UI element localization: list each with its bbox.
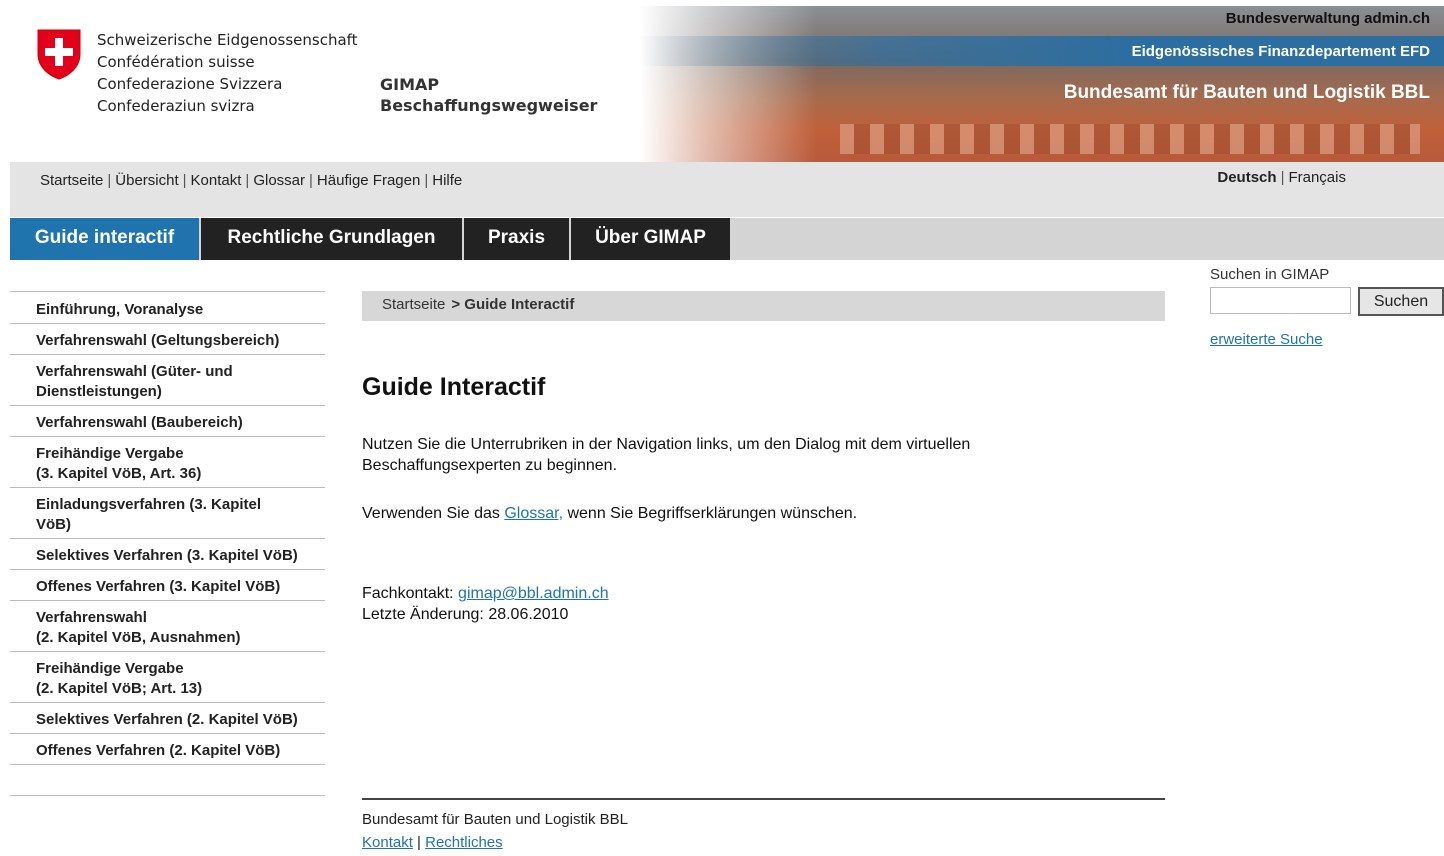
glossary-hint-pre: Verwenden Sie das [362,505,505,522]
tab-rechtliche-grundlagen[interactable]: Rechtliche Grundlagen [201,218,462,260]
separator: | [245,172,250,189]
sidebar-item[interactable]: Einladungsverfahren (3. Kapitel VöB) [10,487,325,538]
footer-organization: Bundesamt für Bauten und Logistik BBL [362,811,629,828]
lang-francais[interactable]: Français [1288,169,1346,186]
contact-email-link[interactable]: gimap@bbl.admin.ch [458,585,609,602]
tab-praxis[interactable]: Praxis [464,218,569,260]
page-title: Guide Interactif [362,373,546,401]
confederation-text: Schweizerische Eidgenossenschaft Confédé… [97,29,358,117]
sidebar-item[interactable]: Selektives Verfahren (2. Kapitel VöB) [10,702,325,733]
app-subtitle: Beschaffungswegweiser [380,96,598,115]
banner-image-decoration [840,124,1420,154]
last-change: Letzte Änderung: 28.06.2010 [362,606,569,623]
banner-admin-link[interactable]: Bundesverwaltung admin.ch [1226,10,1430,27]
intro-text: Nutzen Sie die Unterrubriken in der Navi… [362,436,971,474]
tab-ueber-gimap[interactable]: Über GIMAP [571,218,730,260]
breadcrumb-home[interactable]: Startseite [382,296,445,313]
topnav-link-uebersicht[interactable]: Übersicht [115,172,178,189]
footer-link-kontakt[interactable]: Kontakt [362,834,413,851]
contact-label: Fachkontakt: [362,585,459,602]
search-button[interactable]: Suchen [1358,287,1444,316]
separator: | [107,172,112,189]
sidebar-item[interactable]: Freihändige Vergabe (2. Kapitel VöB; Art… [10,651,325,702]
footer-link-rechtliches[interactable]: Rechtliches [425,834,503,851]
sidebar-item[interactable]: Einführung, Voranalyse [10,291,325,323]
sidebar-item[interactable]: Verfahrenswahl (Baubereich) [10,405,325,436]
sidebar-item[interactable]: Selektives Verfahren (3. Kapitel VöB) [10,538,325,569]
sidebar-item[interactable]: Verfahrenswahl (Güter- und Dienstleistun… [10,354,325,405]
main-navigation: Guide interactif Rechtliche Grundlagen P… [10,218,1444,260]
sidebar-item[interactable]: Verfahrenswahl (Geltungsbereich) [10,323,325,354]
breadcrumb: Startseite > Guide Interactif [362,291,1165,321]
topnav-link-hilfe[interactable]: Hilfe [432,172,462,189]
swiss-coat-of-arms-icon [37,29,81,80]
banner-bbl-title: Bundesamt für Bauten und Logistik BBL [1063,82,1430,103]
app-title: GIMAP Beschaffungswegweiser [380,74,597,116]
sidebar-divider [10,764,325,765]
sidebar-bottom-rule [10,795,325,796]
top-navigation: Startseite | Übersicht | Kontakt | Glossar | Häu… [10,162,1444,218]
topnav-link-glossar[interactable]: Glossar [253,172,305,189]
sidebar-item[interactable]: Verfahrenswahl (2. Kapitel VöB, Ausnahme… [10,600,325,651]
site-header: Schweizerische Eidgenossenschaft Confédé… [0,0,1444,162]
separator: | [424,172,429,189]
separator: | [1280,169,1285,186]
header-banner: Bundesverwaltung admin.ch Eidgenössische… [640,6,1444,162]
separator: | [309,172,313,189]
glossary-hint: Verwenden Sie das Glossar, wenn Sie Begr… [362,503,1082,524]
search-label: Suchen in GIMAP [1210,266,1330,283]
language-switcher: Deutsch | Français [1217,169,1346,186]
footer-links: Kontakt | Rechtliches [362,834,503,851]
sidebar-item[interactable]: Offenes Verfahren (3. Kapitel VöB) [10,569,325,600]
tab-guide-interactif[interactable]: Guide interactif [10,218,199,260]
app-title-gimap: GIMAP [380,75,440,94]
confed-line-it: Confederazione Svizzera [97,75,283,93]
sidebar-item[interactable]: Freihändige Vergabe (3. Kapitel VöB, Art… [10,436,325,487]
sidebar-navigation: Einführung, Voranalyse Verfahrenswahl (G… [10,291,325,796]
advanced-search-link[interactable]: erweiterte Suche [1210,331,1323,348]
contact-block: Fachkontakt: gimap@bbl.admin.ch Letzte Ä… [362,583,1082,625]
confed-line-de: Schweizerische Eidgenossenschaft [97,31,358,49]
topnav-link-startseite[interactable]: Startseite [40,172,103,189]
search-input[interactable] [1210,287,1351,314]
confed-line-rm: Confederaziun svizra [97,97,255,115]
breadcrumb-current: > Guide Interactif [451,296,575,313]
glossary-hint-post: wenn Sie Begriffserklärungen wünschen. [563,505,858,522]
service-links: Startseite | Übersicht | Kontakt | Glossar | Häu… [40,172,462,189]
banner-efd-link[interactable]: Eidgenössisches Finanzdepartement EFD [1132,43,1430,60]
footer-divider [362,798,1165,800]
lang-deutsch[interactable]: Deutsch [1217,169,1276,186]
topnav-link-faq[interactable]: Häufige Fragen [317,172,420,189]
separator: | [182,172,187,189]
sidebar-item[interactable]: Offenes Verfahren (2. Kapitel VöB) [10,733,325,764]
confed-line-fr: Confédération suisse [97,53,255,71]
topnav-link-kontakt[interactable]: Kontakt [191,172,242,189]
glossary-link[interactable]: Glossar, [504,505,563,522]
